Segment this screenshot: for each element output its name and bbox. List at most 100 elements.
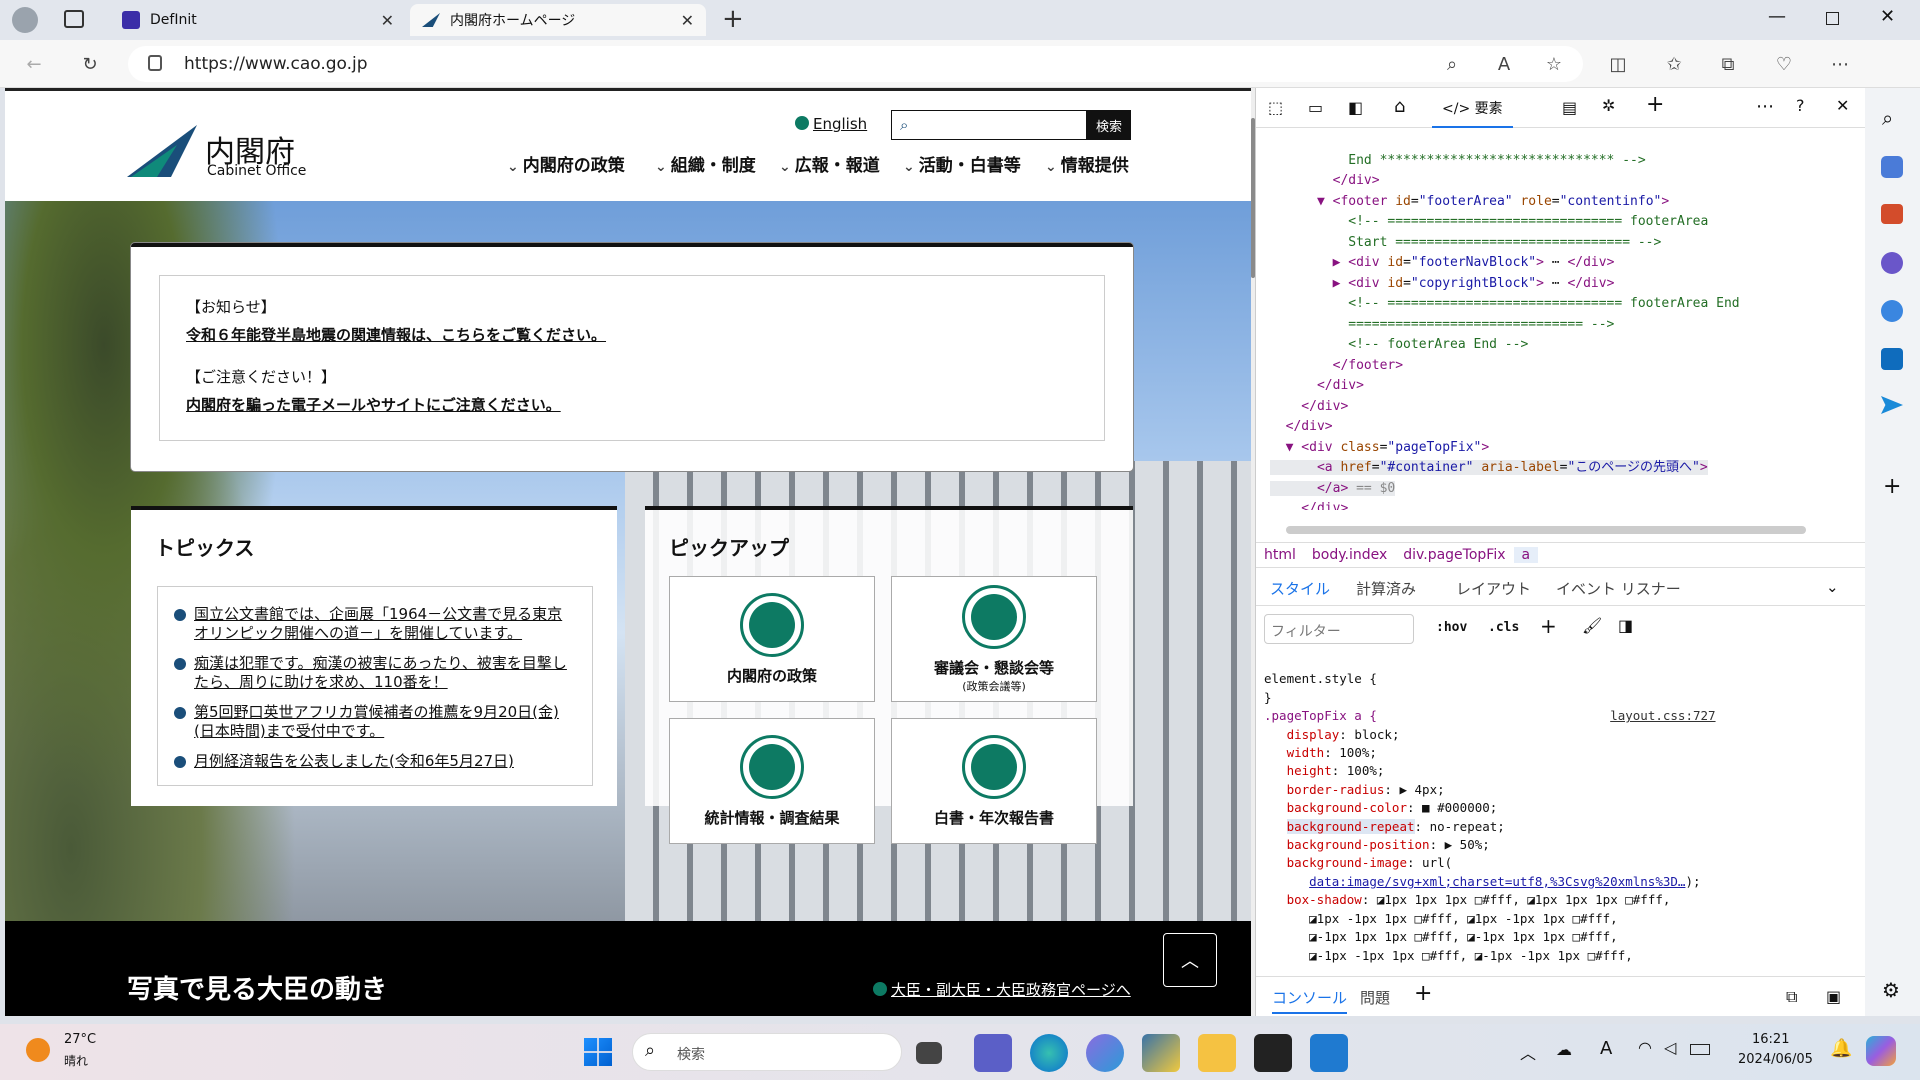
clock-time[interactable]: 16:21 [1752, 1032, 1789, 1047]
breadcrumb-item[interactable]: html [1256, 547, 1304, 563]
split-screen-icon[interactable]: ◫ [1600, 46, 1636, 82]
wifi-icon[interactable]: ◠ [1638, 1038, 1652, 1057]
search-icon[interactable]: ⌕ [1882, 106, 1893, 130]
dom-tree[interactable]: End ****************************** --> <… [1270, 130, 1830, 510]
tab-cao[interactable]: 内閣府ホームページ ✕ [410, 4, 706, 36]
shopping-icon[interactable] [1881, 156, 1903, 178]
breadcrumb-item[interactable]: a [1513, 547, 1539, 563]
site-search-input[interactable]: ⌕ [891, 110, 1087, 140]
terminal-icon[interactable] [1254, 1034, 1292, 1072]
nav-organization[interactable]: 組織・制度 [655, 151, 756, 176]
pickup-policy-card[interactable]: 内閣府の政策 [669, 576, 875, 702]
cls-toggle[interactable]: .cls [1488, 620, 1519, 635]
python-icon[interactable] [1142, 1034, 1180, 1072]
taskbar-search[interactable]: ⌕ 検索 [632, 1033, 902, 1071]
caution-phishing-link[interactable]: 内閣府を騙った電子メールやサイトにご注意ください。 [186, 394, 561, 415]
close-tab-icon[interactable]: ✕ [681, 11, 694, 30]
dock-icon[interactable]: ▣ [1826, 987, 1841, 1006]
topic-item[interactable]: 痴漢は犯罪です。痴漢の被害にあったり、被害を目撃したら、周りに助けを求め、110… [174, 654, 574, 692]
nav-policy[interactable]: 内閣府の政策 [507, 151, 625, 176]
page-top-button[interactable]: ︿ [1163, 933, 1217, 987]
browser-essentials-icon[interactable]: ♡ [1766, 46, 1802, 82]
site-search-button[interactable]: 検索 [1087, 110, 1131, 140]
close-devtools-icon[interactable]: ✕ [1836, 96, 1849, 115]
games-icon[interactable] [1881, 252, 1903, 274]
battery-icon[interactable] [1690, 1044, 1710, 1055]
nav-activities[interactable]: 活動・白書等 [903, 151, 1021, 176]
element-state-icon[interactable]: 🖌 [1582, 616, 1602, 635]
chevron-down-icon[interactable]: ⌄ [1826, 578, 1839, 596]
settings-gear-icon[interactable]: ⚙ [1882, 978, 1900, 1002]
restore-icon[interactable] [1826, 12, 1839, 25]
tab-layout[interactable]: レイアウト [1456, 578, 1531, 599]
outlook-icon[interactable] [1881, 348, 1903, 370]
volume-icon[interactable]: ◁ [1664, 1038, 1676, 1057]
sidebar-toggle-icon[interactable]: ◧ [1348, 98, 1363, 117]
m365-icon[interactable] [1881, 300, 1903, 322]
file-explorer-icon[interactable] [1198, 1034, 1236, 1072]
undock-icon[interactable]: ⧉ [1786, 987, 1797, 1007]
favorites-icon[interactable]: ✩ [1656, 46, 1692, 82]
collections-icon[interactable]: ⧉ [1710, 46, 1746, 82]
tab-computed[interactable]: 計算済み [1356, 578, 1416, 599]
styles-filter-input[interactable]: フィルター [1264, 614, 1414, 644]
more-menu-icon[interactable]: ⋯ [1822, 46, 1858, 82]
minister-page-link[interactable]: 大臣・副大臣・大臣政務官ページへ [873, 979, 1131, 1000]
vscode-icon[interactable] [1310, 1034, 1348, 1072]
tab-actions-icon[interactable] [64, 10, 84, 28]
more-tools-icon[interactable]: ⋯ [1756, 96, 1774, 117]
notice-earthquake-link[interactable]: 令和６年能登半島地震の関連情報は、こちらをご覧ください。 [186, 324, 606, 345]
copilot-taskbar-icon[interactable] [1086, 1034, 1124, 1072]
chevron-up-icon[interactable]: ︿ [1520, 1040, 1536, 1064]
clock-date[interactable]: 2024/06/05 [1738, 1052, 1813, 1067]
new-tab-icon[interactable]: + [722, 4, 744, 34]
refresh-icon[interactable]: ↻ [72, 46, 108, 82]
new-rule-icon[interactable]: + [1540, 614, 1557, 638]
drawer-tab-issues[interactable]: 問題 [1360, 987, 1390, 1008]
weather-sun-icon[interactable] [26, 1038, 50, 1062]
elements-tab[interactable]: </> 要素 [1432, 98, 1513, 128]
topic-item[interactable]: 国立公文書館では、企画展「1964－公文書で見る東京オリンピック開催への道－」を… [174, 605, 574, 643]
read-aloud-icon[interactable]: A [1486, 46, 1522, 82]
send-icon[interactable] [1881, 396, 1903, 414]
favorite-star-icon[interactable]: ☆ [1536, 46, 1572, 82]
task-view-icon[interactable] [916, 1042, 942, 1064]
dom-horizontal-scrollbar[interactable] [1286, 526, 1806, 534]
pickup-whitepaper-card[interactable]: 白書・年次報告書 [891, 718, 1097, 844]
tab-event-listeners[interactable]: イベント リスナー [1556, 578, 1681, 599]
welcome-home-icon[interactable]: ⌂ [1394, 96, 1405, 117]
help-icon[interactable]: ? [1796, 96, 1805, 115]
close-tab-icon[interactable]: ✕ [381, 11, 394, 30]
styles-pane[interactable]: element.style { } .pageTopFix a { layout… [1264, 652, 1824, 1002]
teams-icon[interactable] [974, 1034, 1012, 1072]
debug-bug-icon[interactable]: ✲ [1602, 96, 1615, 115]
zoom-icon[interactable]: ⌕ [1434, 46, 1470, 82]
computed-sidebar-icon[interactable]: ◨ [1618, 616, 1633, 635]
device-emulation-icon[interactable]: ▭ [1308, 98, 1323, 117]
add-sidebar-app-icon[interactable]: + [1883, 474, 1901, 499]
pickup-council-card[interactable]: 審議会・懇談会等 (政策会議等) [891, 576, 1097, 702]
profile-icon[interactable] [12, 7, 38, 33]
english-link[interactable]: English [795, 115, 867, 133]
windows-start-icon[interactable] [584, 1038, 612, 1066]
rule-source-link[interactable]: layout.css:727 [1610, 708, 1715, 723]
topic-item[interactable]: 第5回野口英世アフリカ賞候補者の推薦を9月20日(金)(日本時間)まで受付中です… [174, 703, 574, 741]
add-panel-icon[interactable]: + [1646, 92, 1664, 117]
tools-icon[interactable] [1881, 204, 1903, 224]
nav-press[interactable]: 広報・報道 [779, 151, 880, 176]
inspect-icon[interactable]: ⬚ [1268, 98, 1283, 117]
add-drawer-tab-icon[interactable]: + [1414, 981, 1432, 1006]
temperature[interactable]: 27°C [64, 1032, 96, 1047]
topic-item[interactable]: 月例経済報告を公表しました(令和6年5月27日) [174, 752, 574, 771]
edge-icon[interactable] [1030, 1034, 1068, 1072]
notification-bell-icon[interactable]: 🔔 [1830, 1038, 1852, 1059]
tab-definit[interactable]: DefInit ✕ [110, 4, 406, 36]
tab-styles[interactable]: スタイル [1270, 578, 1330, 599]
drawer-tab-console[interactable]: コンソール [1272, 987, 1348, 1014]
ime-icon[interactable]: A [1600, 1038, 1612, 1059]
breadcrumb-item[interactable]: body.index [1304, 547, 1395, 563]
onedrive-icon[interactable]: ☁ [1556, 1040, 1572, 1059]
url-field[interactable]: https://www.cao.go.jp [128, 46, 1583, 82]
copilot-preview-icon[interactable] [1866, 1036, 1896, 1066]
console-panel-icon[interactable]: ▤ [1562, 98, 1577, 117]
